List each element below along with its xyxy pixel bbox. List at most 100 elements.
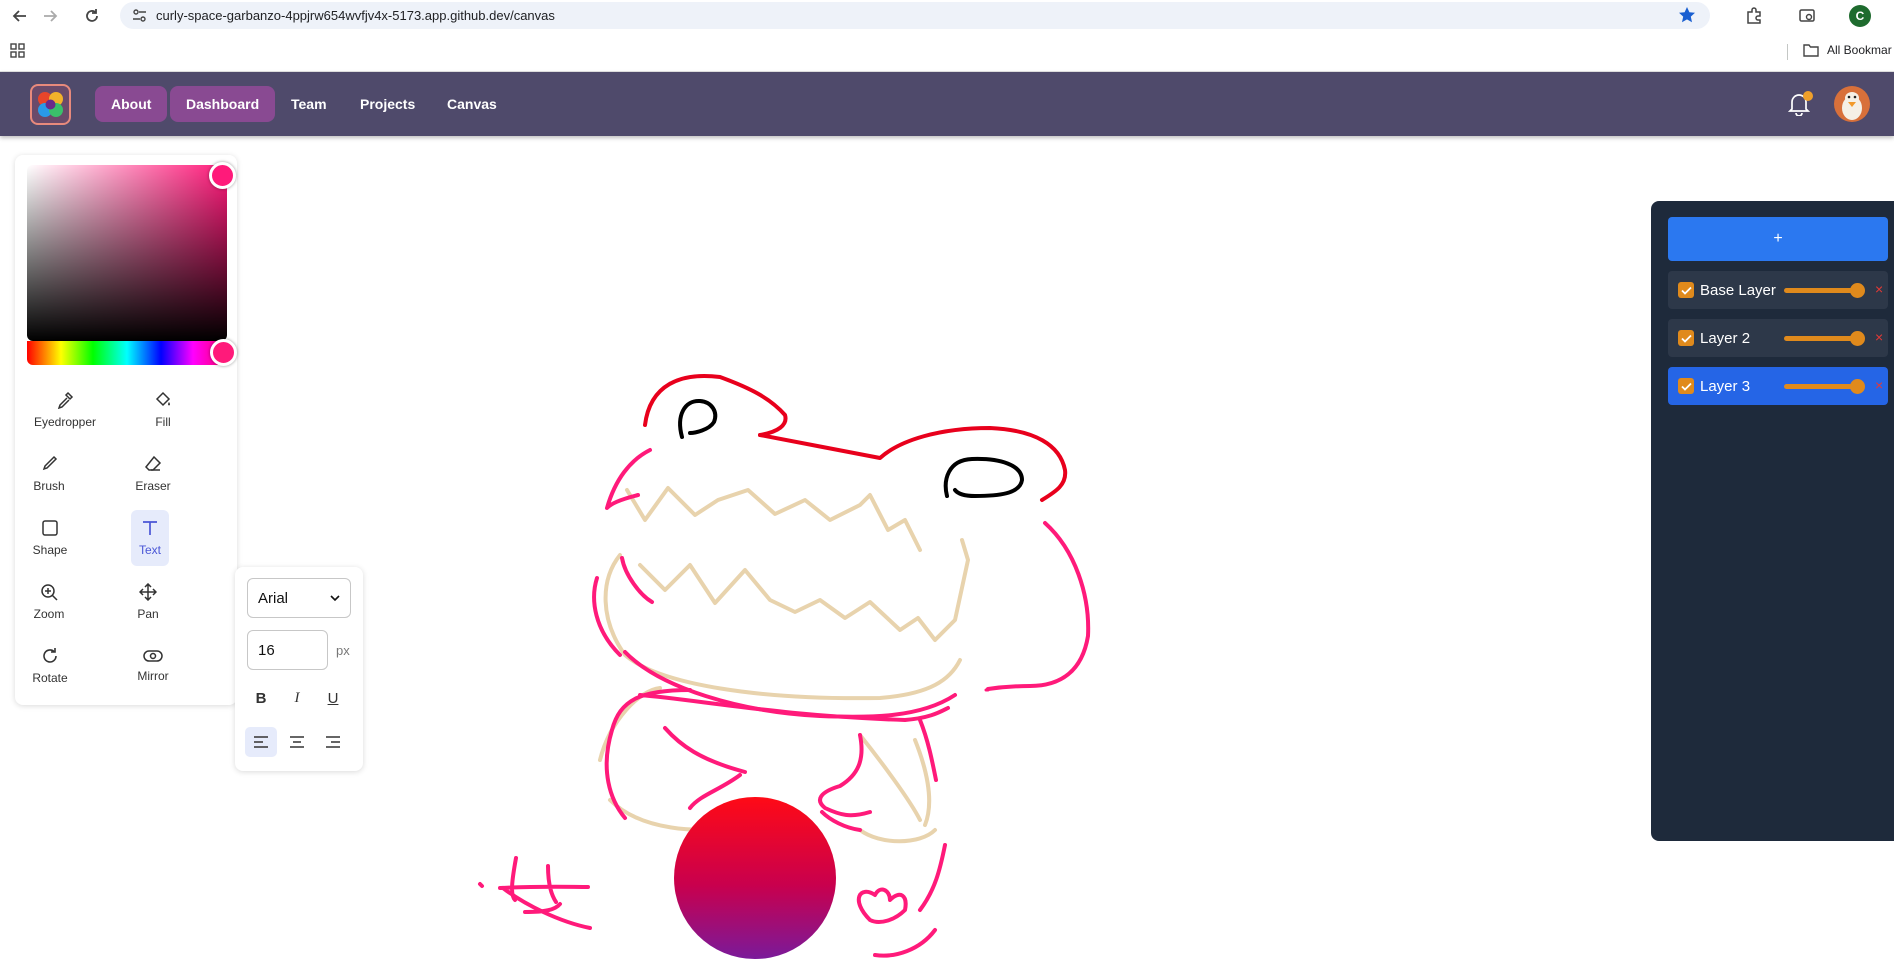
pink-foot-right bbox=[856, 887, 908, 924]
square-icon bbox=[42, 520, 58, 536]
tool-brush[interactable]: Brush bbox=[17, 446, 81, 502]
layer-opacity-thumb[interactable] bbox=[1850, 283, 1865, 298]
tool-label: Eyedropper bbox=[33, 415, 97, 429]
tool-eyedropper[interactable]: Eyedropper bbox=[33, 382, 97, 438]
align-left-button[interactable] bbox=[245, 727, 277, 757]
underline-button[interactable]: U bbox=[317, 683, 349, 713]
app-logo[interactable] bbox=[30, 84, 71, 125]
layer-name: Layer 2 bbox=[1700, 330, 1751, 347]
tool-eraser[interactable]: Eraser bbox=[121, 446, 185, 502]
pink-cheek-left bbox=[592, 556, 654, 657]
bold-button[interactable]: B bbox=[245, 683, 277, 713]
all-bookmarks-button[interactable]: All Bookmar bbox=[1803, 43, 1892, 57]
align-right-button[interactable] bbox=[317, 727, 349, 757]
tool-mirror[interactable]: Mirror bbox=[121, 638, 185, 694]
font-size-input[interactable]: 16 bbox=[247, 630, 328, 670]
pink-jaw bbox=[623, 650, 957, 719]
pink-body bbox=[604, 688, 950, 820]
tool-zoom[interactable]: Zoom bbox=[17, 574, 81, 630]
tab-search-icon[interactable] bbox=[1795, 4, 1819, 28]
font-family-select[interactable]: Arial bbox=[247, 578, 351, 618]
forward-arrow-icon[interactable] bbox=[38, 4, 62, 28]
layer-opacity-slider[interactable] bbox=[1784, 331, 1865, 346]
align-center-button[interactable] bbox=[281, 727, 313, 757]
layer-visibility-checkbox[interactable] bbox=[1678, 330, 1694, 346]
tool-shape[interactable]: Shape bbox=[18, 510, 82, 566]
mirror-icon bbox=[143, 650, 163, 662]
tool-label: Mirror bbox=[137, 669, 169, 683]
layer-row-2[interactable]: Layer 2 × bbox=[1668, 319, 1888, 357]
tool-panel: Eyedropper Fill Brush Eraser Shape Text … bbox=[15, 155, 237, 705]
nav-dashboard[interactable]: Dashboard bbox=[170, 86, 276, 122]
layer-row-3[interactable]: Layer 3 × bbox=[1668, 367, 1888, 405]
tool-fill[interactable]: Fill bbox=[131, 382, 195, 438]
tool-label: Rotate bbox=[32, 671, 68, 685]
layer-opacity-slider[interactable] bbox=[1784, 283, 1865, 298]
layers-panel: + Base Layer × Layer 2 × Layer 3 × bbox=[1651, 201, 1894, 841]
red-head-left bbox=[643, 374, 788, 437]
black-eye-right bbox=[943, 456, 1024, 498]
layer-name: Layer 3 bbox=[1700, 378, 1751, 395]
nav-about[interactable]: About bbox=[95, 86, 168, 122]
bookmarks-bar: All Bookmar bbox=[0, 32, 1894, 72]
tool-label: Zoom bbox=[33, 607, 65, 621]
hue-slider[interactable] bbox=[27, 339, 237, 366]
tool-pan[interactable]: Pan bbox=[116, 574, 180, 630]
extensions-icon[interactable] bbox=[1742, 4, 1766, 28]
canvas-artwork bbox=[478, 374, 1091, 959]
layer-row-base[interactable]: Base Layer × bbox=[1668, 271, 1888, 309]
layer-visibility-checkbox[interactable] bbox=[1678, 378, 1694, 394]
saturation-value-picker[interactable] bbox=[27, 162, 236, 341]
pink-face-right bbox=[986, 521, 1091, 691]
nav-projects[interactable]: Projects bbox=[344, 86, 431, 122]
notification-badge bbox=[1803, 91, 1813, 101]
align-left-icon bbox=[254, 736, 268, 748]
browser-toolbar: curly-space-garbanzo-4ppjrw654wvfjv4x-51… bbox=[0, 0, 1894, 32]
black-eye-left bbox=[678, 399, 718, 439]
text-options-panel: Arial 16 px B I U bbox=[235, 567, 363, 771]
apps-grid-icon[interactable] bbox=[10, 43, 26, 64]
user-avatar[interactable] bbox=[1834, 86, 1870, 122]
reload-icon[interactable] bbox=[80, 4, 104, 28]
drawing-canvas[interactable] bbox=[0, 136, 1894, 966]
tool-text[interactable]: Text bbox=[131, 510, 169, 566]
layer-visibility-checkbox[interactable] bbox=[1678, 282, 1694, 298]
bold-icon: B bbox=[255, 689, 267, 707]
add-layer-button[interactable]: + bbox=[1668, 217, 1888, 261]
app-header: About Dashboard Team Projects Canvas bbox=[0, 72, 1894, 136]
tool-label: Brush bbox=[33, 479, 65, 493]
url-text: curly-space-garbanzo-4ppjrw654wvfjv4x-51… bbox=[156, 8, 555, 23]
back-arrow-icon[interactable] bbox=[8, 4, 32, 28]
check-icon bbox=[1680, 286, 1692, 295]
folder-icon bbox=[1803, 44, 1819, 57]
font-family-value: Arial bbox=[258, 589, 289, 607]
profile-avatar[interactable]: C bbox=[1849, 5, 1871, 27]
hue-slider-handle[interactable] bbox=[210, 339, 237, 366]
tan-teeth-lower bbox=[638, 538, 970, 642]
tool-label: Text bbox=[138, 543, 161, 557]
font-size-unit: px bbox=[336, 643, 350, 658]
all-bookmarks-label: All Bookmar bbox=[1827, 43, 1892, 57]
delete-layer-icon[interactable]: × bbox=[1875, 329, 1883, 345]
delete-layer-icon[interactable]: × bbox=[1875, 377, 1883, 393]
italic-button[interactable]: I bbox=[281, 683, 313, 713]
layer-name: Base Layer bbox=[1700, 282, 1776, 299]
layer-opacity-thumb[interactable] bbox=[1850, 331, 1865, 346]
bookmarks-divider bbox=[1787, 44, 1788, 60]
pink-face-left bbox=[605, 448, 652, 510]
address-bar[interactable]: curly-space-garbanzo-4ppjrw654wvfjv4x-51… bbox=[120, 2, 1710, 29]
layer-opacity-slider[interactable] bbox=[1784, 379, 1865, 394]
nav-team[interactable]: Team bbox=[275, 86, 343, 122]
site-settings-icon[interactable] bbox=[132, 8, 147, 28]
layer-opacity-thumb[interactable] bbox=[1850, 379, 1865, 394]
color-picker-handle[interactable] bbox=[209, 162, 236, 189]
align-right-icon bbox=[326, 736, 340, 748]
nav-canvas[interactable]: Canvas bbox=[431, 86, 513, 122]
tool-rotate[interactable]: Rotate bbox=[18, 638, 82, 694]
text-icon bbox=[143, 521, 157, 535]
rotate-icon bbox=[43, 648, 57, 663]
chevron-down-icon bbox=[330, 595, 340, 602]
delete-layer-icon[interactable]: × bbox=[1875, 281, 1883, 297]
eyedropper-icon bbox=[57, 391, 74, 409]
bookmark-star-icon[interactable] bbox=[1678, 6, 1696, 29]
